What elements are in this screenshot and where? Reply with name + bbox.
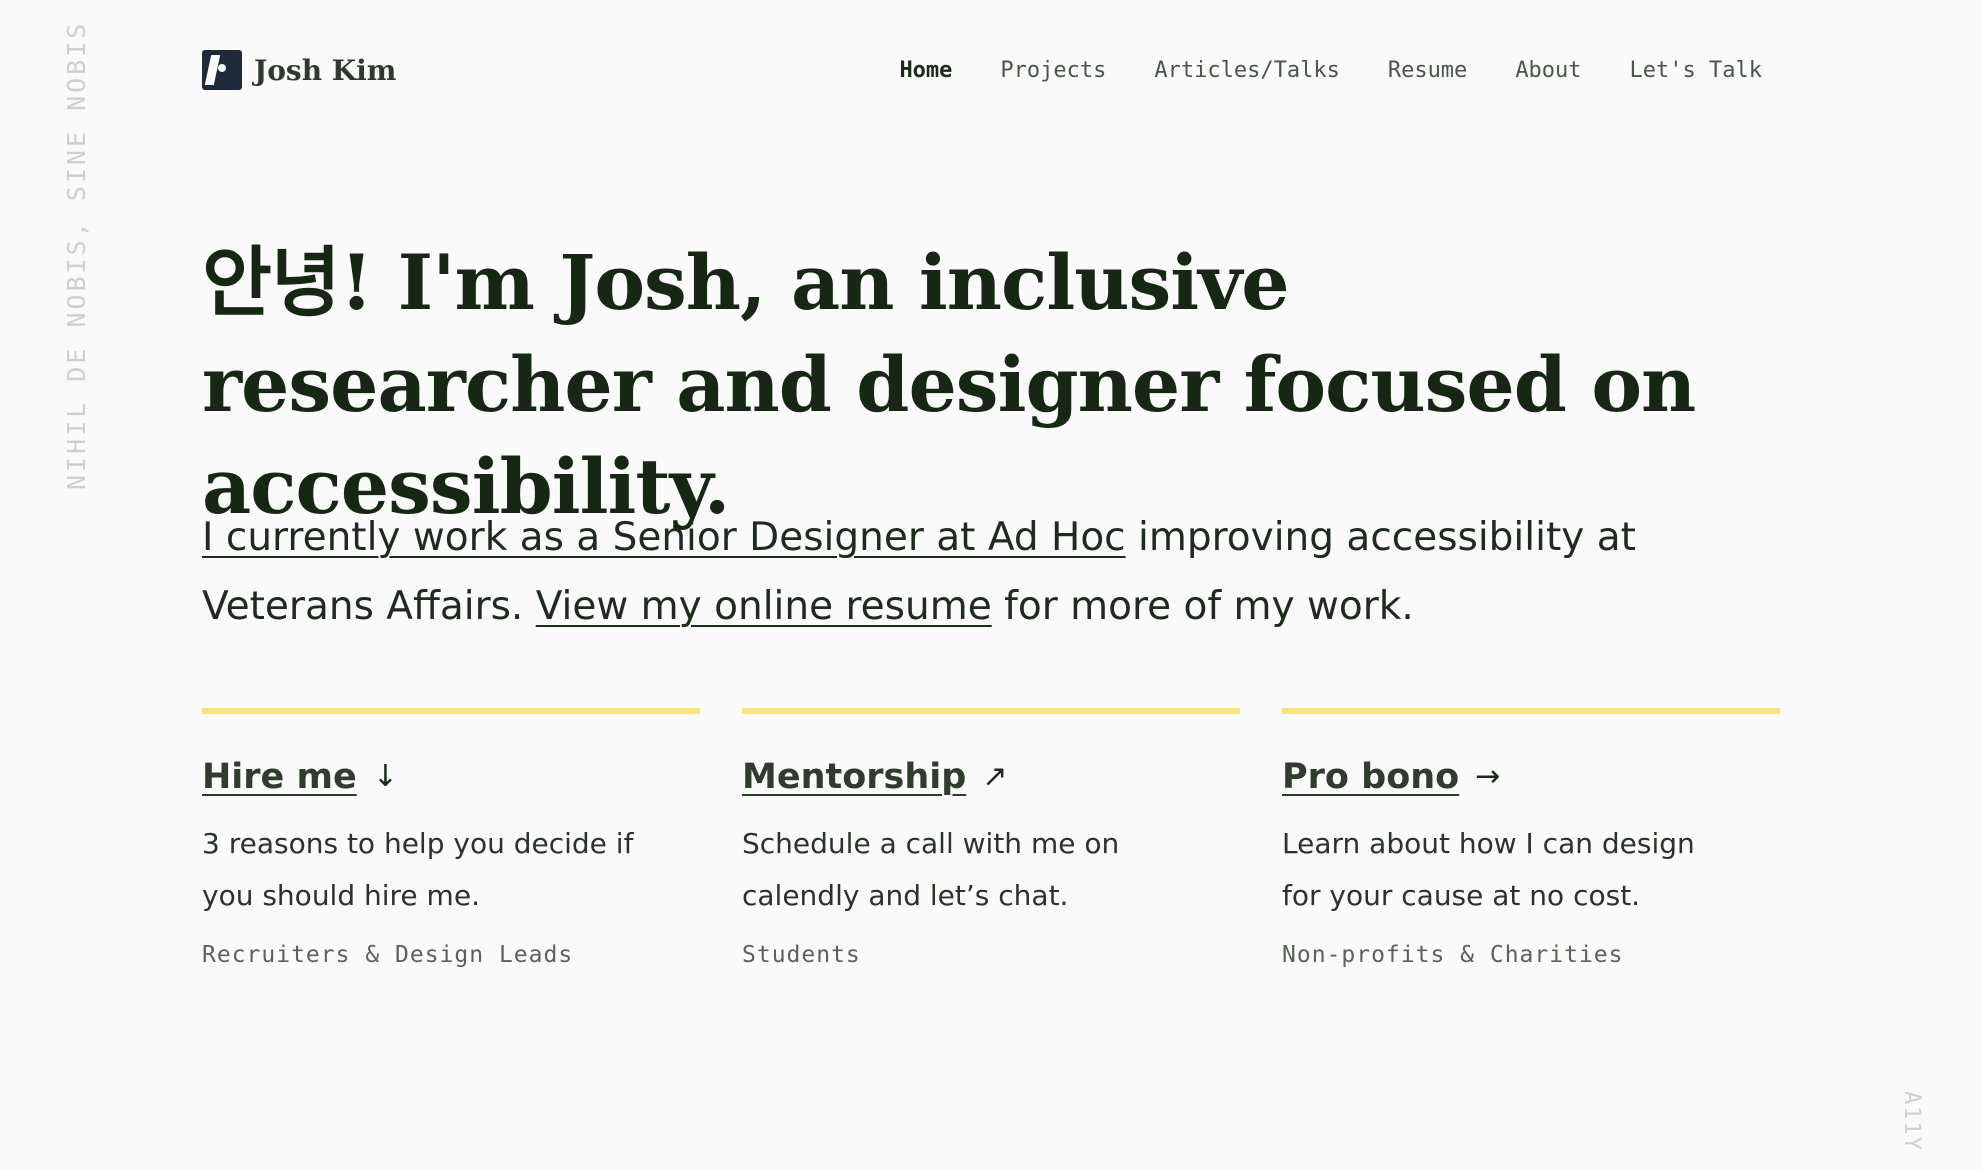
- card-pro-bono: Pro bono → Learn about how I can design …: [1282, 708, 1780, 968]
- main-nav: Home Projects Articles/Talks Resume Abou…: [899, 58, 1762, 83]
- card-description: Schedule a call with me on calendly and …: [742, 827, 1120, 912]
- intro-paragraph: I currently work as a Senior Designer at…: [202, 503, 1722, 641]
- arrow-right-icon[interactable]: →: [1475, 762, 1500, 792]
- card-title-row: Pro bono →: [1282, 754, 1780, 800]
- card-audience: Students: [742, 942, 861, 968]
- arrow-down-icon[interactable]: ↓: [373, 762, 398, 792]
- brand-name: Josh Kim: [254, 53, 397, 87]
- nav-articles-talks[interactable]: Articles/Talks: [1154, 58, 1339, 83]
- site-header: Josh Kim Home Projects Articles/Talks Re…: [202, 46, 1762, 94]
- hire-me-link[interactable]: Hire me: [202, 757, 357, 797]
- arrow-up-right-icon[interactable]: ↗: [982, 762, 1007, 792]
- card-audience: Recruiters & Design Leads: [202, 942, 574, 968]
- side-a11y-label: A11Y: [1899, 1091, 1924, 1152]
- card-title-row: Mentorship ↗: [742, 754, 1240, 800]
- mentorship-link[interactable]: Mentorship: [742, 757, 966, 797]
- card-hire-me: Hire me ↓ 3 reasons to help you decide i…: [202, 708, 700, 968]
- nav-about[interactable]: About: [1515, 58, 1581, 83]
- intro-text-2: for more of my work.: [991, 584, 1414, 629]
- card-audience: Non-profits & Charities: [1282, 942, 1624, 968]
- pro-bono-link[interactable]: Pro bono: [1282, 757, 1459, 797]
- card-description: Learn about how I can design for your ca…: [1282, 827, 1695, 912]
- brand-home-link[interactable]: Josh Kim: [202, 50, 396, 90]
- side-motto: NIHIL DE NOBIS, SINE NOBIS: [62, 20, 91, 490]
- cta-cards: Hire me ↓ 3 reasons to help you decide i…: [202, 708, 1782, 968]
- nav-home[interactable]: Home: [899, 58, 952, 83]
- jk-logo-icon: [202, 50, 242, 90]
- nav-resume[interactable]: Resume: [1388, 58, 1467, 83]
- card-description: 3 reasons to help you decide if you shou…: [202, 827, 634, 912]
- card-mentorship: Mentorship ↗ Schedule a call with me on …: [742, 708, 1240, 968]
- ad-hoc-link[interactable]: I currently work as a Senior Designer at…: [202, 515, 1126, 560]
- card-title-row: Hire me ↓: [202, 754, 700, 800]
- online-resume-link[interactable]: View my online resume: [536, 584, 992, 629]
- nav-projects[interactable]: Projects: [1000, 58, 1106, 83]
- hero-heading: 안녕! I'm Josh, an inclusive researcher an…: [202, 238, 1696, 531]
- nav-lets-talk[interactable]: Let's Talk: [1630, 58, 1762, 83]
